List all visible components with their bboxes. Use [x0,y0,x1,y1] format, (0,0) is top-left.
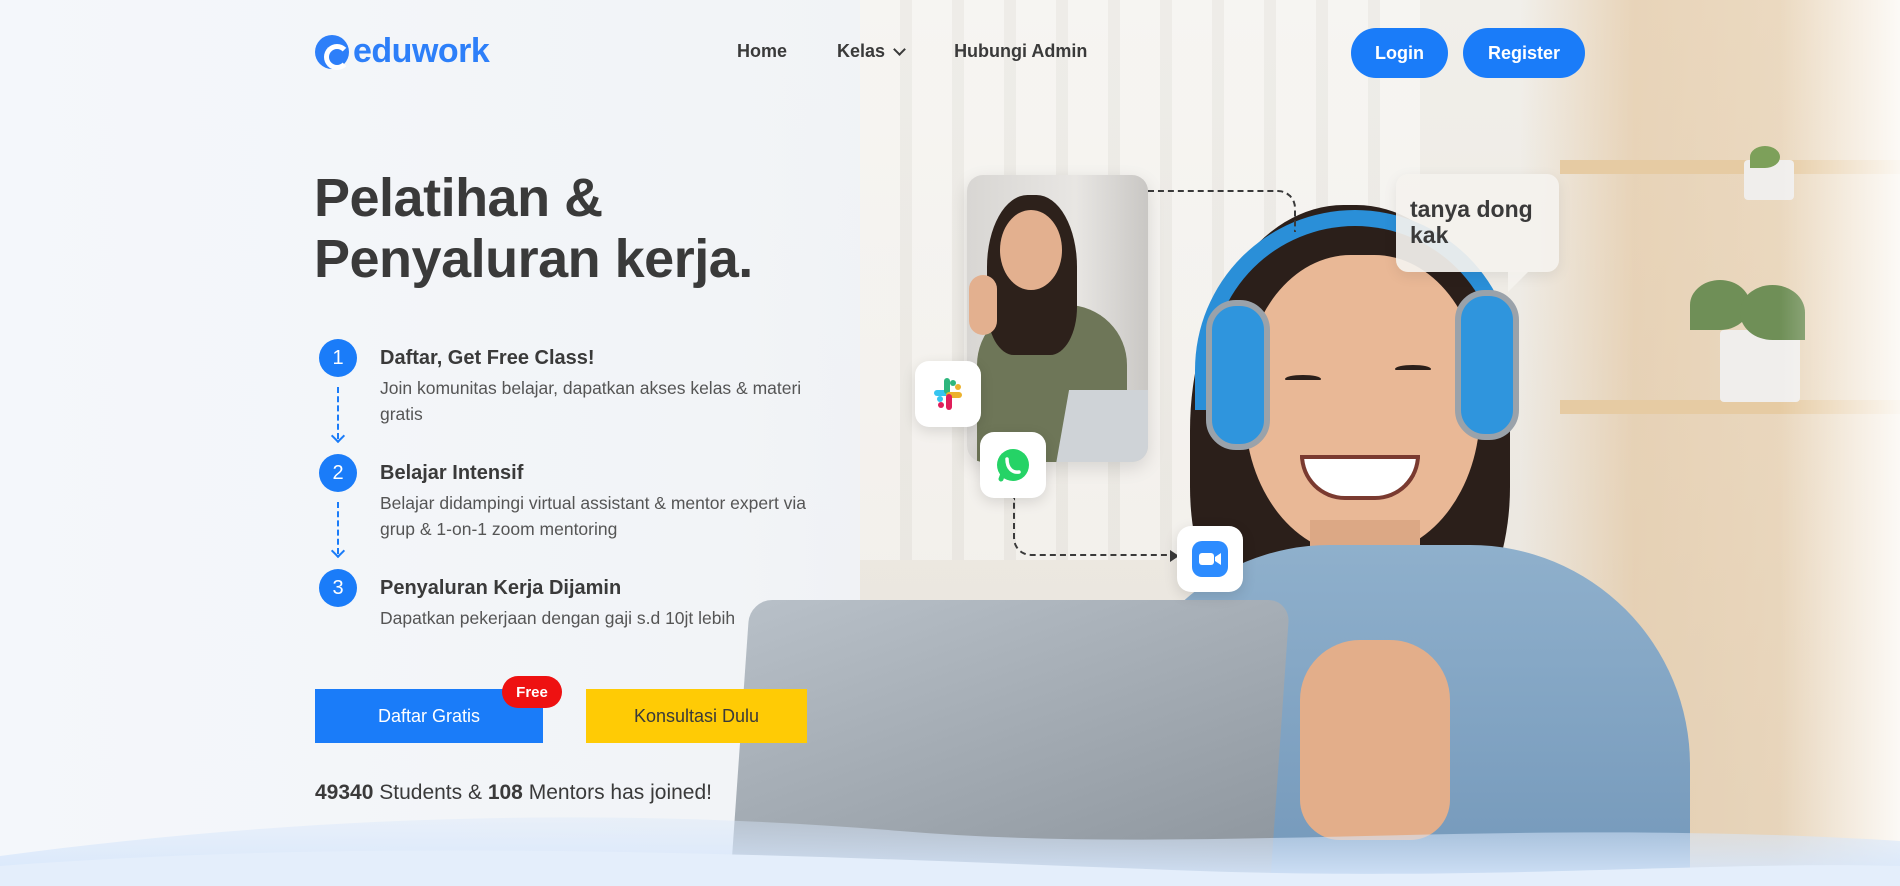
woman-hands [1300,640,1450,840]
student-face [1000,210,1062,290]
chat-bubble: tanya dong kak [1396,174,1559,292]
zoom-logo [1192,541,1228,577]
register-button[interactable]: Register [1463,28,1585,78]
step-number: 3 [319,569,357,607]
headphone-cup [1455,290,1519,440]
step-title: Belajar Intensif [380,462,524,484]
nav-hubungi-admin[interactable]: Hubungi Admin [954,41,1087,62]
connector-line [1013,498,1173,556]
mentors-label: Mentors has joined! [528,781,712,804]
step-title: Penyaluran Kerja Dijamin [380,577,622,599]
students-count: 49340 [315,781,374,804]
student-waving-hand [969,275,997,335]
step-title: Daftar, Get Free Class! [380,347,595,369]
free-badge: Free [502,676,562,708]
brand-logo[interactable]: eduwork [315,32,490,71]
nav-kelas-dropdown[interactable]: Kelas [837,41,906,62]
joined-stats: 49340 Students & 108 Mentors has joined! [315,781,712,805]
zoom-icon [1177,526,1243,592]
step-number: 1 [319,339,357,377]
whatsapp-icon [980,432,1046,498]
connector-line [1148,190,1296,232]
step-description: Join komunitas belajar, dapatkan akses k… [380,378,802,424]
chat-bubble-tail [1508,270,1530,292]
nav-links: Home Kelas Hubungi Admin [737,41,1087,62]
plant-leaf [1750,146,1780,168]
headphone-cup [1206,300,1270,450]
step-description: Belajar didampingi virtual assistant & m… [380,493,807,539]
chat-bubble-text: tanya dong kak [1410,196,1533,248]
eduwork-logo-icon [315,34,350,70]
hero-headline: Pelatihan & Penyaluran kerja. [314,168,753,290]
nav-kelas-label: Kelas [837,41,886,61]
students-label: Students & [379,781,482,804]
edge-fade [1780,0,1900,886]
headline-line-1: Pelatihan & [314,168,603,228]
step-number: 2 [319,454,357,492]
student-laptop [1054,390,1148,462]
konsultasi-button[interactable]: Konsultasi Dulu [586,689,807,743]
login-button[interactable]: Login [1351,28,1448,78]
headline-line-2: Penyaluran kerja. [314,229,753,289]
nav-home[interactable]: Home [737,41,787,62]
slack-icon [915,361,981,427]
slack-logo [934,378,962,410]
chevron-down-icon [893,43,906,56]
navbar: eduwork Home Kelas Hubungi Admin Login R… [0,0,1900,104]
brand-name: eduwork [353,32,490,70]
whatsapp-logo [997,449,1029,482]
step-description: Dapatkan pekerjaan dengan gaji s.d 10jt … [380,608,736,628]
student-video-card [967,175,1148,462]
mentors-count: 108 [487,781,523,804]
